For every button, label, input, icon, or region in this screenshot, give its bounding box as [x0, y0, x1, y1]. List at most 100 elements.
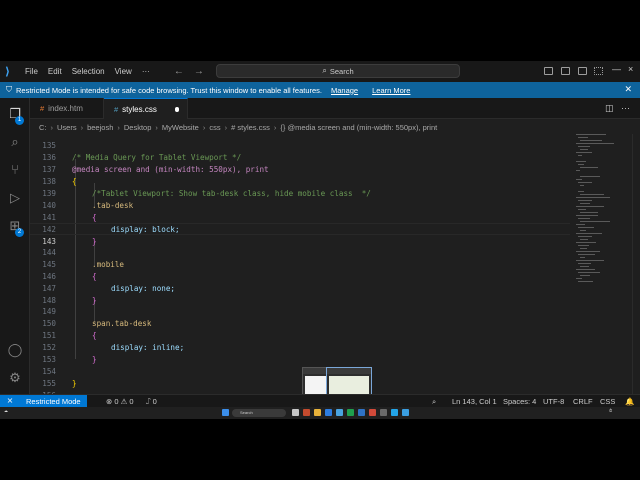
minimap-line	[576, 179, 582, 180]
split-editor-icon[interactable]: ◫ ···	[605, 103, 630, 114]
customize-layout-icon[interactable]	[594, 67, 603, 75]
minimap-line	[580, 194, 604, 195]
breadcrumb-item[interactable]: Desktop	[124, 123, 152, 132]
code-line: 147 }	[30, 271, 570, 305]
activity-bar: ❐ 1 ⌕ ⑂ ▷ ⊞ 2 ◯ ⚙	[0, 98, 30, 400]
menu-view[interactable]: View	[115, 67, 132, 76]
code-line: 154 }	[30, 354, 570, 388]
code-line: 149 span.tab-desk	[30, 294, 570, 328]
system-clock[interactable]: ⏱	[609, 408, 612, 413]
menu-selection[interactable]: Selection	[72, 67, 105, 76]
minimap[interactable]	[572, 134, 632, 294]
minimap-line	[576, 134, 606, 135]
learn-more-link[interactable]: Learn More	[372, 86, 410, 95]
code-line: 145 {	[30, 247, 570, 281]
html-file-icon: #	[40, 104, 45, 113]
app-icon[interactable]	[402, 409, 409, 416]
word-icon[interactable]	[358, 409, 365, 416]
minimap-line	[576, 215, 598, 216]
breadcrumb-item[interactable]: MyWebsite	[162, 123, 199, 132]
chevron-right-icon: ›	[80, 122, 84, 132]
tab-index-htm[interactable]: # index.htm	[30, 98, 104, 119]
minimap-line	[580, 149, 588, 150]
minimap-line	[580, 140, 602, 141]
chevron-right-icon: ›	[117, 122, 120, 132]
vscode-taskbar-icon[interactable]	[391, 409, 398, 416]
code-line: 136 @media screen and (min-width: 550px)…	[30, 140, 570, 174]
preview-header	[327, 368, 371, 374]
breadcrumb-item[interactable]: beejosh	[87, 123, 113, 132]
back-arrow-icon[interactable]: ←	[174, 66, 184, 77]
minimap-line	[576, 170, 580, 171]
breadcrumb-item[interactable]: {} @media screen and (min-width: 550px),…	[280, 123, 437, 132]
chevron-right-icon: ›	[202, 122, 206, 132]
close-banner-icon[interactable]: ✕	[624, 84, 632, 95]
app-icon[interactable]	[303, 409, 310, 416]
code-editor[interactable]: 135 /* Media Query for Tablet Viewport *…	[30, 134, 570, 400]
code-line-current: 143	[30, 223, 570, 246]
weather-widget[interactable]: ☁	[4, 408, 8, 413]
minimap-line	[576, 269, 595, 270]
minimap-line	[578, 155, 582, 156]
command-center-label: Search	[329, 66, 354, 76]
edge-browser-icon[interactable]	[325, 409, 332, 416]
minimap-line	[580, 239, 588, 240]
code-line: 152 }	[30, 330, 570, 364]
code-line: 140 {	[30, 188, 570, 222]
start-button-icon[interactable]	[222, 409, 229, 416]
editor-tab-bar: # index.htm # styles.css ◫ ···	[30, 98, 640, 119]
minimap-line	[578, 209, 586, 210]
minimap-line	[578, 281, 593, 282]
menu-file[interactable]: File	[25, 67, 38, 76]
minimize-icon[interactable]: —	[612, 64, 621, 74]
minimap-line	[580, 167, 598, 168]
minimap-line	[576, 206, 604, 207]
menu-edit[interactable]: Edit	[48, 67, 62, 76]
minimap-line	[580, 230, 586, 231]
minimap-line	[578, 182, 592, 183]
breadcrumb-item[interactable]: css	[209, 123, 220, 132]
source-control-icon[interactable]: ⑂	[7, 162, 23, 178]
menu-more[interactable]: ···	[142, 67, 150, 76]
file-explorer-icon[interactable]	[314, 409, 321, 416]
minimap-line	[578, 164, 584, 165]
taskbar-search[interactable]: Search	[232, 409, 286, 417]
breadcrumb-item[interactable]: C:	[39, 123, 47, 132]
app-icon[interactable]	[369, 409, 376, 416]
search-icon: ⌕	[322, 66, 327, 75]
minimap-line	[578, 227, 594, 228]
chevron-right-icon: ›	[273, 122, 277, 132]
toggle-primary-sidebar-icon[interactable]	[544, 67, 553, 75]
tab-styles-css[interactable]: # styles.css	[104, 98, 188, 119]
close-window-icon[interactable]: ×	[628, 64, 633, 74]
minimap-line	[576, 251, 600, 252]
run-debug-icon[interactable]: ▷	[7, 190, 23, 206]
task-view-icon[interactable]	[292, 409, 299, 416]
command-center-search[interactable]: ⌕ Search	[216, 64, 460, 78]
chevron-right-icon: ›	[224, 122, 228, 132]
unsaved-dot-icon[interactable]	[174, 106, 179, 112]
code-line: 138 /*Tablet Viewport: Show tab-desk cla…	[30, 164, 570, 198]
breadcrumb-item[interactable]: Users	[57, 123, 77, 132]
manage-link[interactable]: Manage	[331, 86, 358, 95]
minimap-line	[578, 245, 589, 246]
account-icon[interactable]: ◯	[7, 342, 23, 358]
code-line: 153	[30, 342, 570, 364]
code-line: 146 display: none;	[30, 259, 570, 293]
minimap-line	[576, 197, 610, 198]
toggle-panel-icon[interactable]	[561, 67, 570, 75]
app-icon[interactable]	[347, 409, 354, 416]
vertical-scrollbar[interactable]	[632, 134, 640, 400]
minimap-line	[578, 272, 600, 273]
app-icon[interactable]	[380, 409, 387, 416]
tab-label: styles.css	[122, 104, 157, 114]
minimap-line	[578, 191, 584, 192]
app-icon[interactable]	[336, 409, 343, 416]
breadcrumb-item[interactable]: # styles.css	[231, 123, 270, 132]
minimap-line	[576, 233, 602, 234]
manage-gear-icon[interactable]: ⚙	[7, 370, 23, 386]
toggle-secondary-sidebar-icon[interactable]	[578, 67, 587, 75]
search-icon[interactable]: ⌕	[7, 134, 23, 150]
forward-arrow-icon[interactable]: →	[194, 66, 204, 77]
minimap-line	[580, 275, 590, 276]
